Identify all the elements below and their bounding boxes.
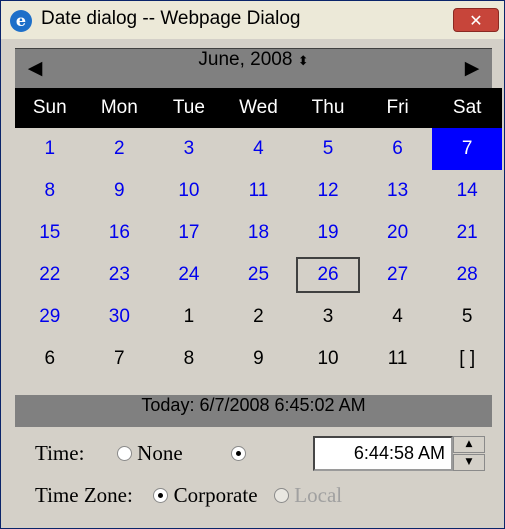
time-none-radio[interactable] bbox=[116, 446, 132, 461]
time-label: Time: bbox=[35, 441, 85, 465]
day-cell[interactable]: 4 bbox=[224, 128, 294, 170]
day-cell[interactable]: 13 bbox=[363, 170, 433, 212]
other-month-day-cell[interactable]: 9 bbox=[224, 338, 294, 380]
other-month-day-cell[interactable]: 6 bbox=[15, 338, 85, 380]
next-month-button[interactable]: ▶ bbox=[452, 49, 492, 88]
weekday-header: Wed bbox=[223, 88, 294, 128]
time-none-label: None bbox=[137, 441, 183, 465]
weekday-header: Thu bbox=[293, 88, 363, 128]
date-dialog-window: e Date dialog -- Webpage Dialog ✕ ◀ June… bbox=[0, 0, 505, 529]
day-cell[interactable]: 21 bbox=[432, 212, 502, 254]
other-month-day-cell[interactable]: 4 bbox=[363, 296, 433, 338]
timezone-local-radio bbox=[274, 488, 290, 503]
prev-month-button[interactable]: ◀ bbox=[15, 49, 55, 88]
ie-icon: e bbox=[10, 10, 32, 32]
other-month-day-cell[interactable]: 1 bbox=[154, 296, 224, 338]
day-cell[interactable]: 7 bbox=[432, 128, 502, 170]
time-input[interactable]: 6:44:58 AM bbox=[313, 436, 453, 471]
other-month-day-cell[interactable]: 3 bbox=[293, 296, 363, 338]
close-icon: ✕ bbox=[469, 11, 483, 30]
day-cell[interactable]: 29 bbox=[15, 296, 85, 338]
day-cell[interactable]: 28 bbox=[432, 254, 502, 296]
calendar-grid: Sun Mon Tue Wed Thu Fri Sat 1 2 3 4 5 6 7 8 9 10 1… bbox=[15, 88, 502, 380]
day-cell[interactable]: 1 bbox=[15, 128, 85, 170]
other-month-day-cell[interactable]: [ ] bbox=[432, 338, 502, 380]
weekday-header-row: Sun Mon Tue Wed Thu Fri Sat bbox=[15, 88, 502, 128]
weekday-header: Tue bbox=[154, 88, 224, 128]
title-bar: e Date dialog -- Webpage Dialog ✕ bbox=[1, 1, 504, 39]
day-cell[interactable]: 16 bbox=[85, 212, 155, 254]
day-cell[interactable]: 25 bbox=[224, 254, 294, 296]
day-cell[interactable]: 27 bbox=[363, 254, 433, 296]
timezone-local-label: Local bbox=[294, 483, 343, 507]
triangle-right-icon: ▶ bbox=[464, 57, 480, 79]
day-cell[interactable]: 5 bbox=[293, 128, 363, 170]
weekday-header: Sat bbox=[432, 88, 502, 128]
day-cell[interactable]: 24 bbox=[154, 254, 224, 296]
day-cell[interactable]: 14 bbox=[432, 170, 502, 212]
close-button[interactable]: ✕ bbox=[453, 8, 499, 32]
other-month-day-cell[interactable]: 8 bbox=[154, 338, 224, 380]
today-label: Today: 6/7/2008 6:45:02 AM bbox=[141, 395, 366, 415]
day-cell[interactable]: 15 bbox=[15, 212, 85, 254]
day-cell[interactable]: 22 bbox=[15, 254, 85, 296]
day-cell[interactable]: 11 bbox=[224, 170, 294, 212]
day-cell[interactable]: 10 bbox=[154, 170, 224, 212]
other-month-day-cell[interactable]: 2 bbox=[224, 296, 294, 338]
month-navigation: ◀ June, 2008 ⬍ ▶ bbox=[15, 48, 492, 88]
month-label: June, 2008 bbox=[198, 49, 293, 70]
today-bar[interactable]: Today: 6/7/2008 6:45:02 AM bbox=[15, 395, 492, 427]
caret-down-icon: ▼ bbox=[465, 457, 473, 467]
other-month-day-cell[interactable]: 5 bbox=[432, 296, 502, 338]
day-cell[interactable]: 20 bbox=[363, 212, 433, 254]
week-row: 8 9 10 11 12 13 14 bbox=[15, 170, 502, 212]
window-title: Date dialog -- Webpage Dialog bbox=[41, 8, 301, 29]
week-row: 15 16 17 18 19 20 21 bbox=[15, 212, 502, 254]
day-cell[interactable]: 8 bbox=[15, 170, 85, 212]
day-cell[interactable]: 12 bbox=[293, 170, 363, 212]
week-row: 6 7 8 9 10 11[ ] bbox=[15, 338, 502, 380]
day-cell[interactable]: 26 bbox=[293, 254, 363, 296]
day-cell[interactable]: 30 bbox=[85, 296, 155, 338]
day-cell[interactable]: 2 bbox=[85, 128, 155, 170]
weekday-header: Mon bbox=[84, 88, 155, 128]
day-cell[interactable]: 9 bbox=[85, 170, 155, 212]
timezone-row: Time Zone: Corporate Local bbox=[35, 483, 342, 508]
timezone-corporate-radio[interactable] bbox=[153, 488, 169, 503]
spin-down-button[interactable]: ▼ bbox=[453, 454, 485, 471]
other-month-day-cell[interactable]: 7 bbox=[85, 338, 155, 380]
month-selector[interactable]: June, 2008 ⬍ bbox=[75, 49, 432, 88]
day-cell[interactable]: 3 bbox=[154, 128, 224, 170]
time-custom-radio[interactable] bbox=[231, 446, 247, 461]
other-month-day-cell[interactable]: 10 bbox=[293, 338, 363, 380]
up-down-arrows-icon: ⬍ bbox=[297, 53, 309, 68]
time-row: Time: None bbox=[35, 441, 247, 466]
timezone-corporate-label: Corporate bbox=[173, 483, 258, 507]
other-month-day-cell[interactable]: 11 bbox=[363, 338, 433, 380]
day-cell[interactable]: 23 bbox=[85, 254, 155, 296]
caret-up-icon: ▲ bbox=[465, 439, 473, 449]
timezone-label: Time Zone: bbox=[35, 483, 133, 507]
week-row: 29 30 1 2 3 4 5 bbox=[15, 296, 502, 338]
week-row: 1234567 bbox=[15, 128, 502, 170]
time-spinner[interactable]: ▲ ▼ bbox=[453, 436, 485, 471]
spin-up-button[interactable]: ▲ bbox=[453, 436, 485, 453]
day-cell[interactable]: 6 bbox=[363, 128, 433, 170]
day-cell[interactable]: 19 bbox=[293, 212, 363, 254]
triangle-left-icon: ◀ bbox=[27, 57, 43, 79]
day-cell[interactable]: 17 bbox=[154, 212, 224, 254]
week-row: 22 23 24 25 26 27 28 bbox=[15, 254, 502, 296]
weekday-header: Fri bbox=[362, 88, 433, 128]
weekday-header: Sun bbox=[15, 88, 85, 128]
day-cell[interactable]: 18 bbox=[224, 212, 294, 254]
